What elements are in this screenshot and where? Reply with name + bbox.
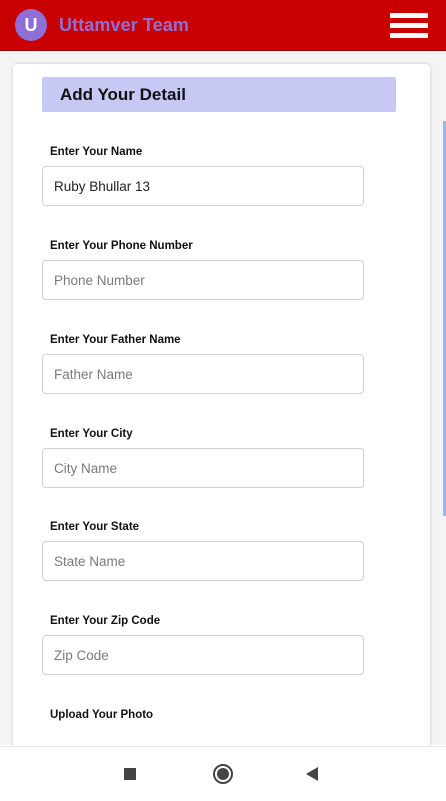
city-label: Enter Your City xyxy=(50,428,133,440)
app-bar: U Uttamver Team xyxy=(0,0,446,51)
upload-photo-label: Upload Your Photo xyxy=(50,709,154,721)
zip-code-input[interactable] xyxy=(42,635,364,675)
triangle-back-icon[interactable] xyxy=(306,767,318,781)
father-name-label: Enter Your Father Name xyxy=(50,334,181,346)
father-name-input[interactable] xyxy=(42,354,364,394)
section-title: Add Your Detail xyxy=(60,85,186,104)
form-card: Add Your Detail Enter Your Name Enter Yo… xyxy=(13,64,430,745)
state-input[interactable] xyxy=(42,541,364,581)
app-title: Uttamver Team xyxy=(59,15,190,35)
circle-home-icon[interactable] xyxy=(213,764,233,784)
phone-label: Enter Your Phone Number xyxy=(50,240,193,252)
zip-code-label: Enter Your Zip Code xyxy=(50,615,161,627)
avatar[interactable]: U xyxy=(15,9,47,41)
phone-input[interactable] xyxy=(42,260,364,300)
state-label: Enter Your State xyxy=(50,521,140,533)
city-input[interactable] xyxy=(42,448,364,488)
name-label: Enter Your Name xyxy=(50,146,143,158)
hamburger-menu-icon[interactable] xyxy=(390,13,428,39)
page-content: Add Your Detail Enter Your Name Enter Yo… xyxy=(0,51,446,745)
square-recents-icon[interactable] xyxy=(124,768,136,780)
section-header: Add Your Detail xyxy=(42,77,396,112)
system-nav-bar xyxy=(0,746,446,801)
name-input[interactable] xyxy=(42,166,364,206)
